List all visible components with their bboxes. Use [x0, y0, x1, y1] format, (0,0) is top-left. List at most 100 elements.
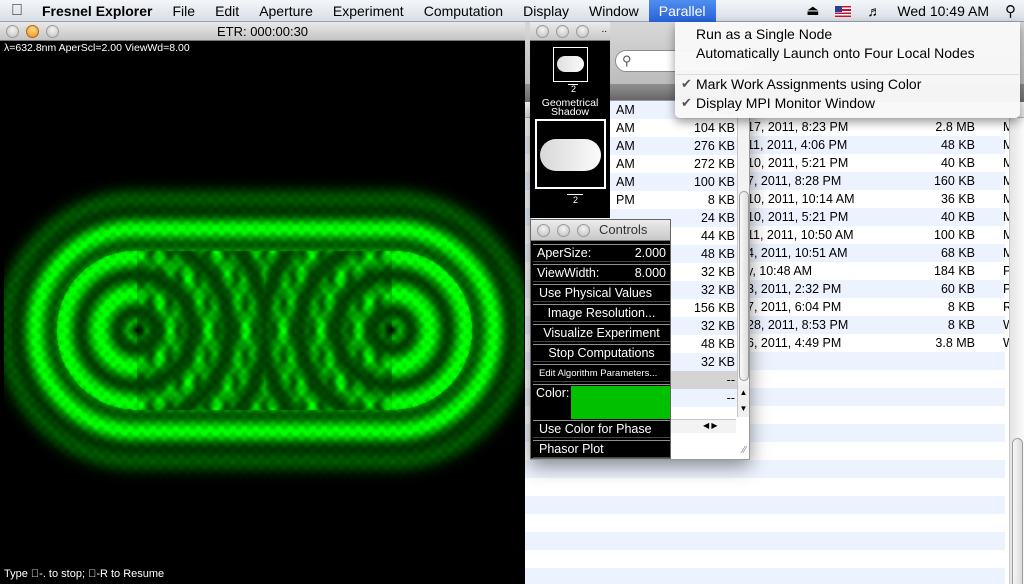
truncated-title: ..: [601, 24, 607, 35]
finder-vertical-scrollbar[interactable]: [1009, 118, 1024, 584]
finder-scroll-thumb[interactable]: [1012, 438, 1023, 584]
list-size: 276 KB: [693, 139, 735, 153]
finder-row[interactable]: [525, 460, 1005, 478]
menu-window[interactable]: Window: [579, 0, 649, 22]
menu-item-mark-work-assignments[interactable]: ✔ Mark Work Assignments using Color: [681, 76, 922, 92]
use-physical-values-button[interactable]: Use Physical Values: [533, 284, 670, 302]
menu-display[interactable]: Display: [513, 0, 579, 22]
menu-item-run-single-node[interactable]: Run as a Single Node: [696, 26, 832, 42]
zoom-button[interactable]: [576, 25, 589, 38]
shadow-preview[interactable]: [535, 119, 606, 189]
minimize-button[interactable]: [557, 224, 570, 237]
menu-aperture[interactable]: Aperture: [249, 0, 323, 22]
list-size: 272 KB: [693, 157, 735, 171]
menu-item-label: Mark Work Assignments using Color: [696, 76, 922, 92]
date-modified: 7, 2011, 8:28 PM: [747, 174, 842, 188]
scroll-down-arrow-icon[interactable]: ▼: [737, 401, 749, 417]
close-button[interactable]: [6, 25, 19, 38]
finder-row[interactable]: [525, 496, 1005, 514]
diffraction-pattern-image[interactable]: [4, 62, 524, 567]
finder-row[interactable]: [525, 478, 1005, 496]
zoom-button[interactable]: [46, 25, 59, 38]
finder-row[interactable]: [525, 550, 1005, 568]
minimize-button[interactable]: [26, 25, 39, 38]
finder-row[interactable]: [525, 568, 1005, 584]
list-time: AM: [616, 157, 635, 171]
list-time: AM: [616, 103, 635, 117]
list-size: 32 KB: [700, 265, 735, 279]
close-button[interactable]: [536, 25, 549, 38]
edit-algorithm-parameters-button[interactable]: Edit Algorithm Parameters...: [533, 364, 670, 382]
list-time: AM: [616, 121, 635, 135]
zoom-button[interactable]: [577, 224, 590, 237]
color-label: Color:: [536, 386, 570, 400]
clock[interactable]: Wed 10:49 AM: [889, 3, 997, 19]
file-size: 8 KB: [947, 318, 975, 332]
shadow-shape: [540, 139, 601, 171]
apple-menu-icon[interactable]: : [0, 2, 34, 20]
menu-app-name[interactable]: Fresnel Explorer: [34, 0, 163, 22]
date-modified: 11, 2011, 10:50 AM: [747, 228, 854, 242]
resize-grip-icon[interactable]: ⁄⁄: [743, 445, 746, 456]
image-resolution-button[interactable]: Image Resolution...: [533, 304, 670, 322]
date-modified: 11, 2011, 4:06 PM: [747, 138, 848, 152]
stop-computations-button[interactable]: Stop Computations: [533, 344, 670, 362]
file-size: 60 KB: [940, 282, 975, 296]
volume-icon[interactable]: ♬: [859, 3, 889, 19]
date-modified: 6, 2011, 4:49 PM: [747, 336, 842, 350]
menu-computation[interactable]: Computation: [414, 0, 513, 22]
file-size: 100 KB: [933, 228, 975, 242]
eject-icon[interactable]: ⏏: [798, 2, 827, 19]
menu-extras: ⏏ ♬ Wed 10:49 AM ⚲: [798, 0, 1024, 22]
file-size: 40 KB: [940, 156, 975, 170]
menu-item-launch-four-local-nodes[interactable]: Automatically Launch onto Four Local Nod…: [696, 45, 975, 61]
file-size: 2.8 MB: [935, 120, 975, 134]
visualize-experiment-button[interactable]: Visualize Experiment: [533, 324, 670, 342]
menu-bar:  Fresnel Explorer File Edit Aperture Ex…: [0, 0, 1024, 22]
date-modified: 4, 2011, 10:51 AM: [747, 246, 848, 260]
scale-label: 2: [573, 195, 579, 205]
date-modified: 10, 2011, 5:21 PM: [747, 156, 849, 170]
aper-size-field[interactable]: AperSize: 2.000: [533, 244, 670, 262]
file-size: 184 KB: [933, 264, 975, 278]
list-scroll-thumb[interactable]: [739, 191, 749, 381]
menu-parallel[interactable]: Parallel: [648, 0, 716, 22]
input-source-flag-icon[interactable]: [827, 3, 859, 19]
scroll-left-right-arrows-icon[interactable]: ◀ ▶: [703, 419, 718, 433]
file-size: 36 KB: [940, 192, 975, 206]
finder-row[interactable]: [525, 514, 1005, 532]
use-color-for-phase-button[interactable]: Use Color for Phase: [533, 420, 670, 438]
list-vertical-scrollbar[interactable]: [737, 101, 749, 401]
list-size: 32 KB: [700, 355, 735, 369]
palette-titlebar[interactable]: Controls: [531, 220, 670, 241]
date-modified: 10, 2011, 10:14 AM: [747, 192, 855, 206]
close-button[interactable]: [537, 224, 550, 237]
view-width-field[interactable]: ViewWidth: 8.000: [533, 264, 670, 282]
menu-item-display-mpi-monitor[interactable]: ✔ Display MPI Monitor Window: [681, 95, 875, 111]
file-size: 160 KB: [933, 174, 975, 188]
date-modified: y, 10:48 AM: [747, 264, 813, 278]
list-size: 32 KB: [700, 319, 735, 333]
aperture-thumbnail[interactable]: [553, 47, 588, 82]
window-titlebar[interactable]: ETR: 000:00:30: [0, 22, 525, 41]
list-size: 156 KB: [693, 301, 735, 315]
parameters-readout: λ=632.8nm AperScl=2.00 ViewWd=8.00: [4, 42, 190, 54]
aperture-shape: [557, 56, 584, 72]
finder-row[interactable]: [525, 532, 1005, 550]
palette-titlebar[interactable]: ..: [530, 22, 610, 41]
menu-edit[interactable]: Edit: [205, 0, 249, 22]
scroll-up-arrow-icon[interactable]: ▲: [737, 385, 749, 401]
list-size: 48 KB: [700, 247, 735, 261]
phasor-plot-button[interactable]: Phasor Plot: [533, 440, 670, 458]
spotlight-search-icon[interactable]: ⚲: [997, 2, 1024, 20]
status-hint: Type -. to stop; -R to Resume: [4, 568, 164, 580]
menu-file[interactable]: File: [163, 0, 206, 22]
minimize-button[interactable]: [556, 25, 569, 38]
menu-item-label: Run as a Single Node: [696, 26, 833, 42]
menu-experiment[interactable]: Experiment: [323, 0, 414, 22]
aper-size-label: AperSize:: [537, 246, 592, 260]
date-modified: 10, 2011, 5:21 PM: [747, 210, 849, 224]
color-swatch[interactable]: [571, 386, 670, 419]
view-width-value: 8.000: [634, 266, 666, 280]
controls-palette: Controls AperSize: 2.000 ViewWidth: 8.00…: [530, 219, 671, 459]
